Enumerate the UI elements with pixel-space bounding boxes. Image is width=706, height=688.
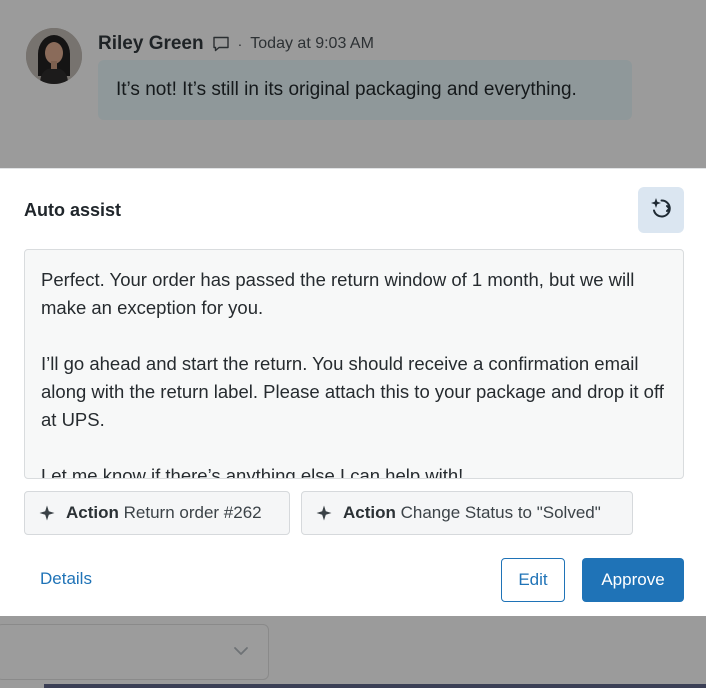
panel-title: Auto assist [24,200,122,220]
screen: Riley Green · Today at 9:03 AM It’s not!… [0,0,706,688]
auto-assist-button[interactable] [638,187,684,233]
draft-reply[interactable]: Perfect. Your order has passed the retur… [24,249,684,479]
separator-dot: · [237,36,243,52]
draft-paragraph: I’ll go ahead and start the return. You … [41,353,664,430]
customer-message: It’s not! It’s still in its original pac… [98,60,632,120]
auto-assist-panel: Auto assist Perfect. Your order has pass… [0,168,706,616]
sparkle-icon [38,504,56,522]
action-return-order[interactable]: Action Return order #262 [24,491,290,535]
customer-message-text: It’s not! It’s still in its original pac… [116,79,577,100]
avatar [26,28,82,84]
action-change-status[interactable]: Action Change Status to "Solved" [301,491,633,535]
approve-button[interactable]: Approve [582,558,684,602]
chat-bubble-icon [212,35,230,53]
message-timestamp: Today at 9:03 AM [250,35,374,52]
action-kind: Action [343,503,396,522]
sparkle-icon [315,504,333,522]
auto-assist-sparkle-icon [648,195,674,226]
edit-button[interactable]: Edit [501,558,565,602]
author-name: Riley Green [98,33,204,54]
status-select[interactable] [0,624,269,680]
action-label: Return order #262 [123,503,262,522]
draft-paragraph: Perfect. Your order has passed the retur… [41,269,635,318]
draft-paragraph: Let me know if there’s anything else I c… [41,465,464,479]
details-link[interactable]: Details [40,569,92,589]
action-kind: Action [66,503,119,522]
message-header: Riley Green · Today at 9:03 AM [98,32,374,56]
action-label: Change Status to "Solved" [400,503,601,522]
chevron-down-icon [230,640,252,662]
footer-strip [44,684,706,688]
